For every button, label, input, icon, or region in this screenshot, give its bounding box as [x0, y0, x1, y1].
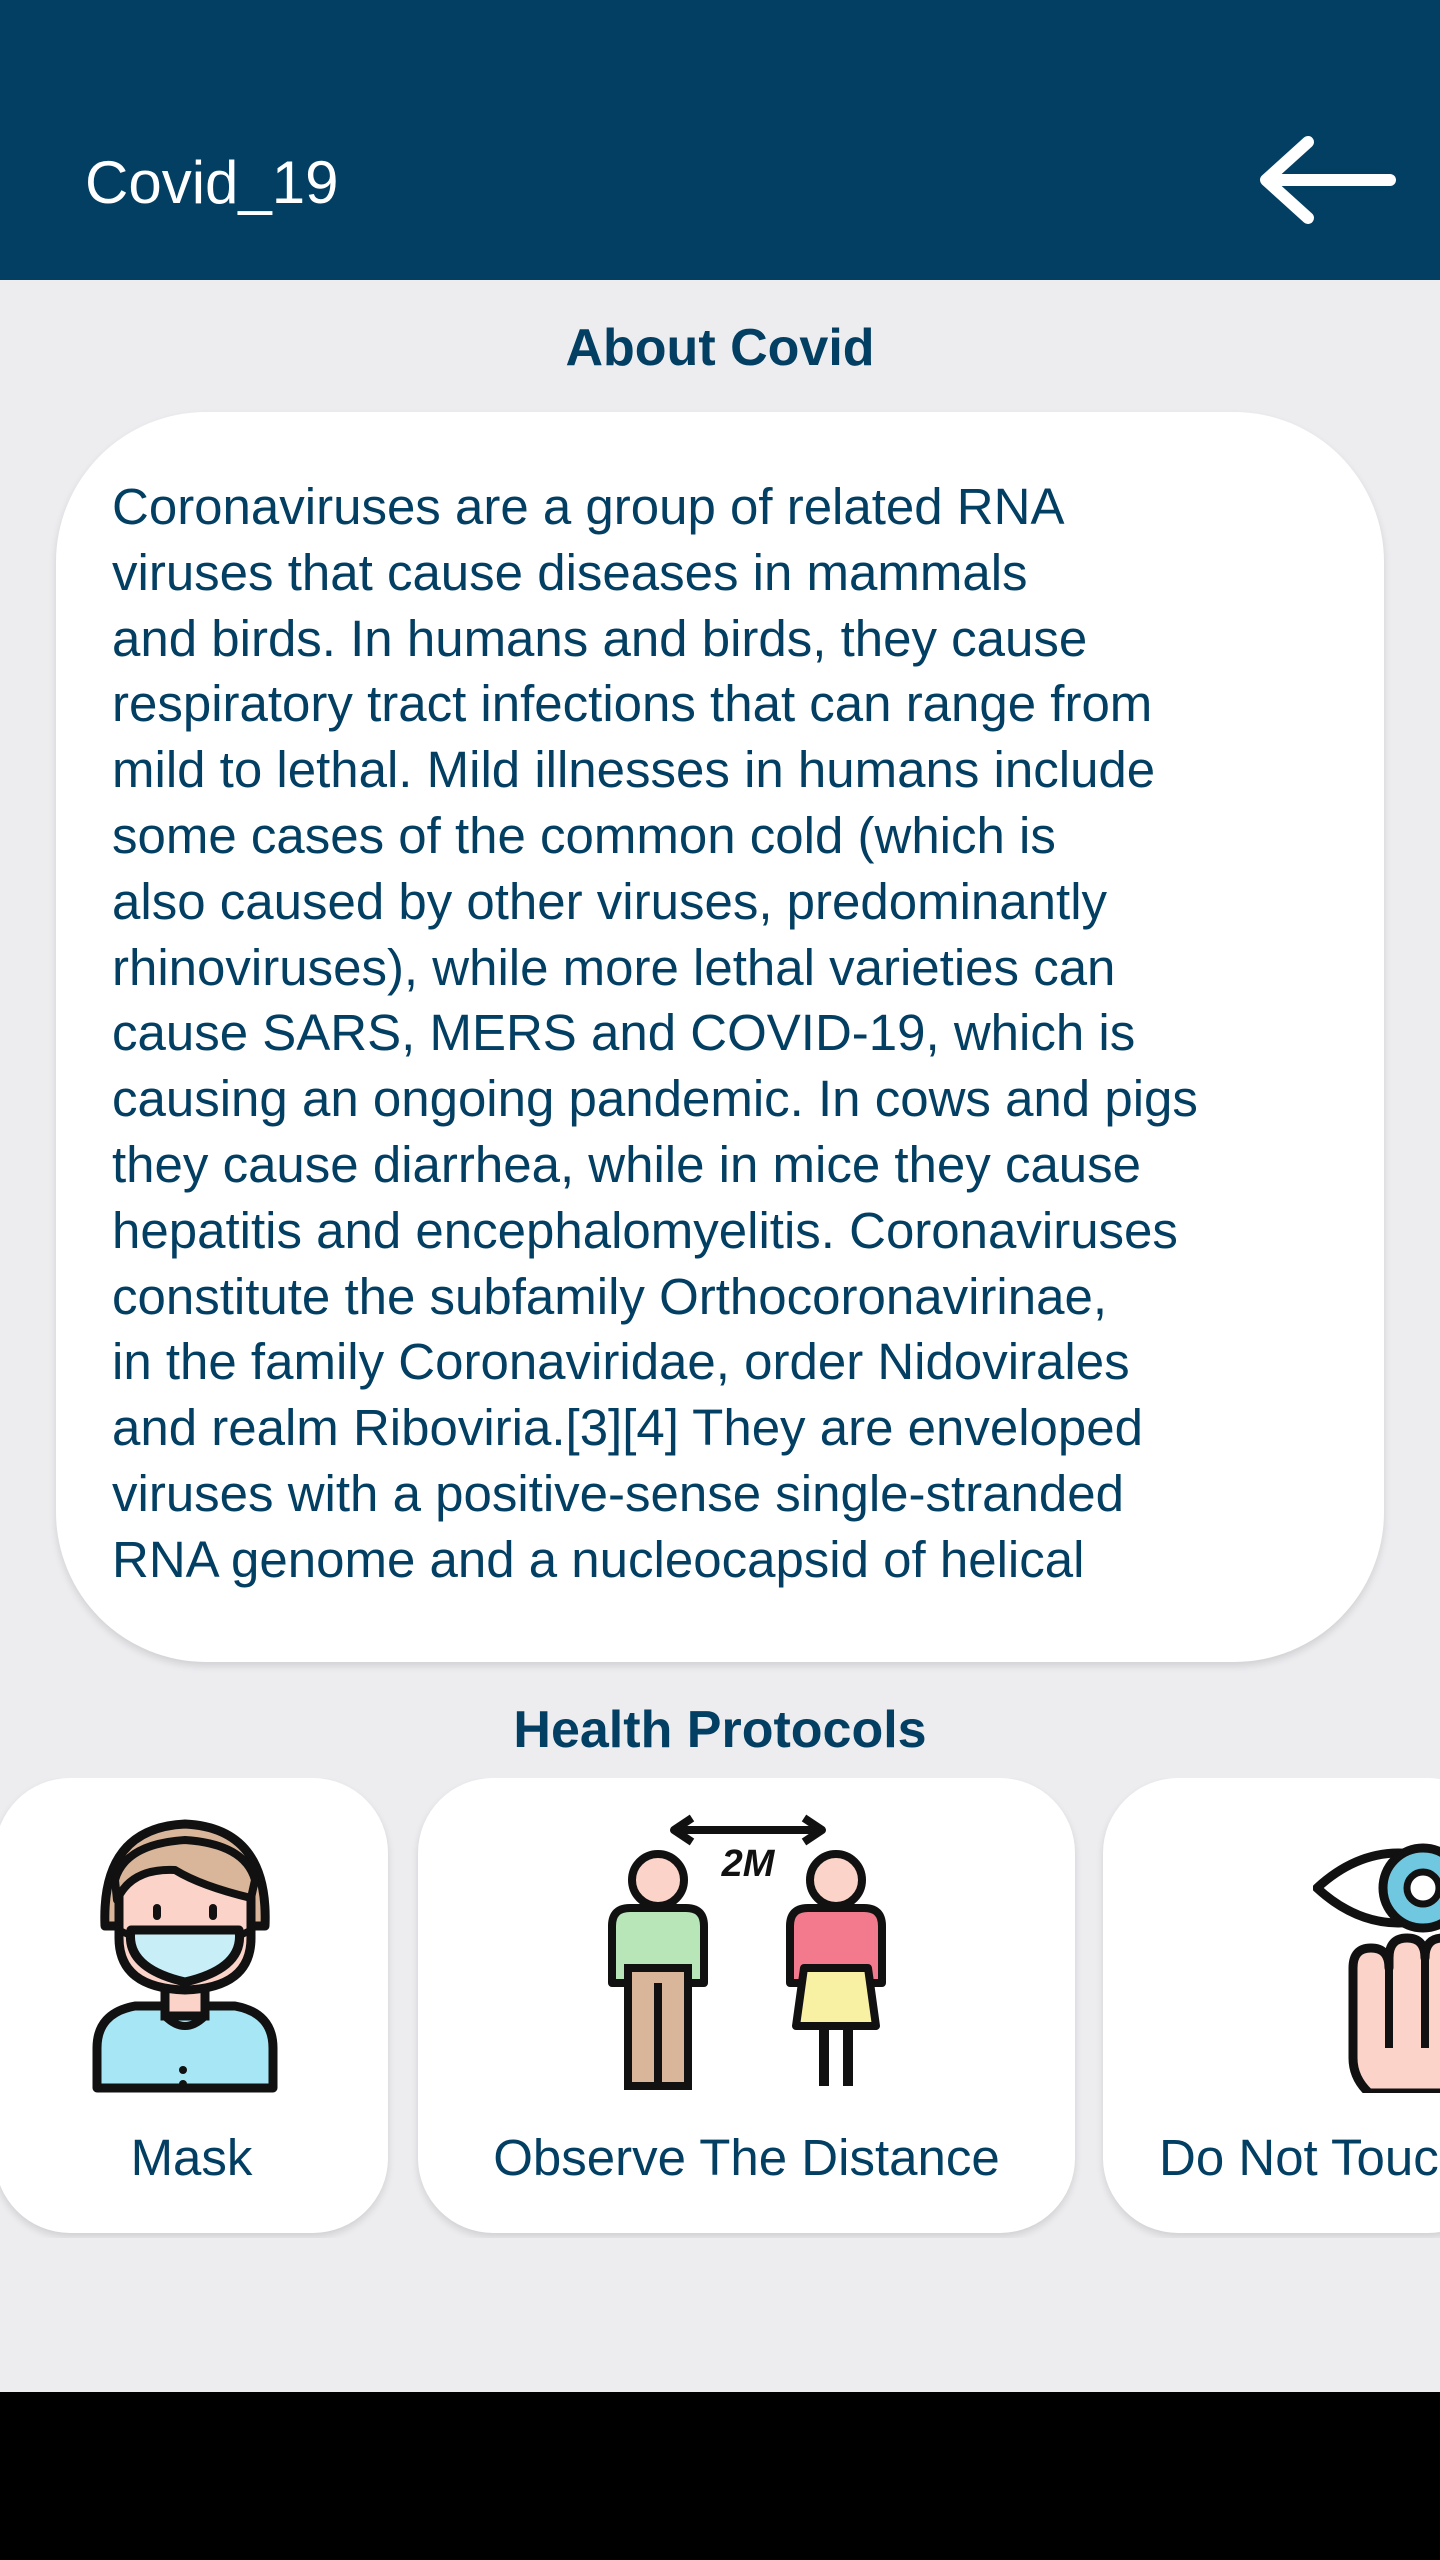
social-distance-icon: 2M	[608, 1814, 886, 2090]
protocol-label-touch: Do Not Touch Face	[1159, 2129, 1440, 2186]
system-nav-bar	[0, 2392, 1440, 2560]
protocols-carousel[interactable]: Mask 2M Observe The Distance Do Not Touc	[0, 1778, 1440, 2238]
eye-hand-icon	[1313, 1843, 1440, 2093]
protocol-label-mask: Mask	[130, 2129, 253, 2186]
about-card[interactable]: Coronaviruses are a group of related RNA…	[56, 412, 1384, 1662]
protocol-card-mask[interactable]: Mask	[0, 1778, 388, 2233]
about-text: Coronaviruses are a group of related RNA…	[112, 478, 1198, 1604]
about-heading: About Covid	[565, 319, 875, 377]
app-title: Covid_19	[85, 149, 339, 216]
arrow-left-icon[interactable]	[1250, 130, 1400, 230]
protocol-card-touch[interactable]: Do Not Touch Face	[1103, 1778, 1440, 2233]
app-bar: Covid_19	[0, 0, 1440, 280]
protocols-heading: Health Protocols	[513, 1701, 927, 1759]
distance-label: 2M	[721, 1843, 776, 1885]
protocol-label-distance: Observe The Distance	[493, 2129, 1000, 2186]
masked-person-icon	[92, 1819, 278, 2093]
protocol-card-distance[interactable]: 2M Observe The Distance	[418, 1778, 1075, 2233]
